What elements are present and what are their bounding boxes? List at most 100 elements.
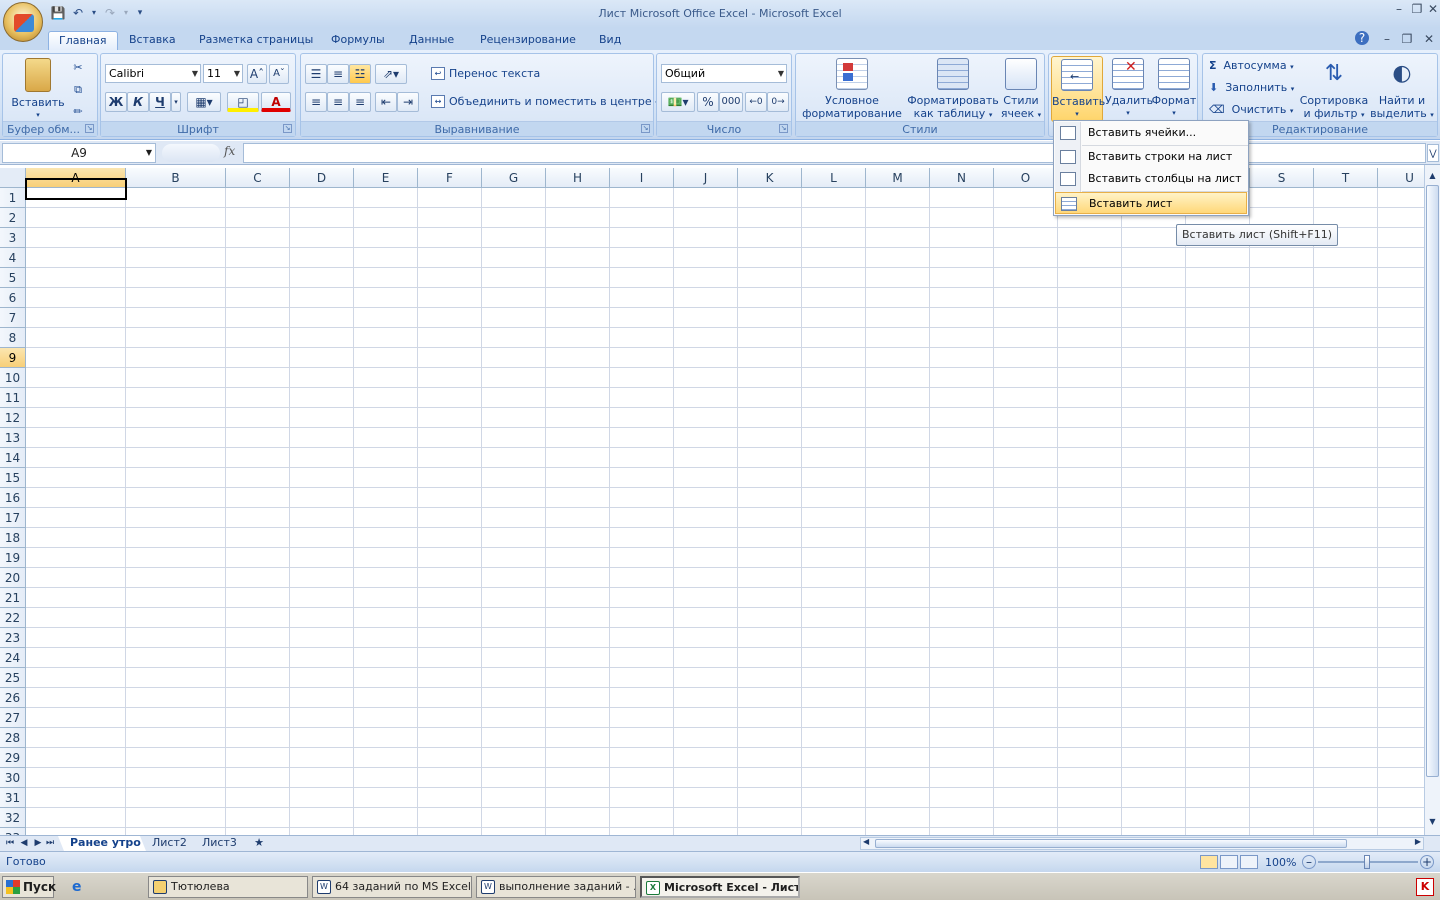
column-header-b[interactable]: B <box>126 168 226 188</box>
column-header-h[interactable]: H <box>546 168 610 188</box>
italic-button[interactable]: К <box>127 92 149 112</box>
wrap-text-button[interactable]: ↩ Перенос текста <box>429 64 540 84</box>
align-top-icon[interactable]: ☰ <box>305 64 327 84</box>
align-left-icon[interactable]: ≡ <box>305 92 327 112</box>
workbook-close-icon[interactable]: ✕ <box>1420 32 1438 46</box>
start-button[interactable]: Пуск <box>2 876 56 898</box>
zoom-level[interactable]: 100% <box>1265 856 1296 869</box>
page-layout-view-icon[interactable] <box>1220 855 1238 869</box>
format-cells-button[interactable]: Формат ▾ <box>1151 58 1197 120</box>
close-icon[interactable]: ✕ <box>1424 2 1440 16</box>
taskbar-item-folder[interactable]: Тютюлева <box>148 876 308 898</box>
row-header-19[interactable]: 19 <box>0 548 26 568</box>
row-header-6[interactable]: 6 <box>0 288 26 308</box>
currency-format-icon[interactable]: 💵▾ <box>661 92 695 112</box>
row-header-15[interactable]: 15 <box>0 468 26 488</box>
select-all-corner[interactable] <box>0 168 26 188</box>
taskbar-item-word-1[interactable]: W 64 заданий по MS Excel ... <box>312 876 472 898</box>
row-header-3[interactable]: 3 <box>0 228 26 248</box>
cell-styles-button[interactable]: Стили ячеек ▾ <box>1000 58 1042 122</box>
tab-page-layout[interactable]: Разметка страницы <box>189 31 323 50</box>
column-header-m[interactable]: M <box>866 168 930 188</box>
format-painter-icon[interactable]: ✏ <box>69 102 87 122</box>
scroll-down-icon[interactable]: ▼ <box>1426 815 1439 829</box>
zoom-in-icon[interactable]: + <box>1420 855 1434 869</box>
prev-sheet-icon[interactable]: ◀ <box>18 837 30 850</box>
tab-review[interactable]: Рецензирование <box>470 31 586 50</box>
column-header-g[interactable]: G <box>482 168 546 188</box>
row-header-30[interactable]: 30 <box>0 768 26 788</box>
row-header-14[interactable]: 14 <box>0 448 26 468</box>
horizontal-scroll-thumb[interactable] <box>875 839 1347 848</box>
insert-function-icon[interactable]: fx <box>224 144 235 158</box>
first-sheet-icon[interactable]: ⏮ <box>4 837 16 850</box>
tab-insert[interactable]: Вставка <box>119 31 186 50</box>
row-header-12[interactable]: 12 <box>0 408 26 428</box>
increase-indent-icon[interactable]: ⇥ <box>397 92 419 112</box>
borders-icon[interactable]: ▦▾ <box>187 92 221 112</box>
column-header-j[interactable]: J <box>674 168 738 188</box>
horizontal-scrollbar[interactable]: ◀ ▶ <box>860 837 1424 850</box>
row-header-32[interactable]: 32 <box>0 808 26 828</box>
find-select-button[interactable]: ◐ Найти и выделить ▾ <box>1369 58 1435 122</box>
menu-insert-sheet[interactable]: Вставить лист <box>1055 192 1247 214</box>
row-header-21[interactable]: 21 <box>0 588 26 608</box>
column-header-o[interactable]: O <box>994 168 1058 188</box>
column-header-f[interactable]: F <box>418 168 482 188</box>
zoom-out-icon[interactable]: – <box>1302 855 1316 869</box>
copy-icon[interactable]: ⧉ <box>69 80 87 100</box>
ribbon-minimize-icon[interactable]: – <box>1378 32 1396 46</box>
column-header-t[interactable]: T <box>1314 168 1378 188</box>
merge-center-button[interactable]: ↔ Объединить и поместить в центре ▾ <box>429 92 659 112</box>
page-break-view-icon[interactable] <box>1240 855 1258 869</box>
row-header-8[interactable]: 8 <box>0 328 26 348</box>
alignment-launcher-icon[interactable]: ↘ <box>641 124 650 133</box>
row-header-2[interactable]: 2 <box>0 208 26 228</box>
sheet-tab-2[interactable]: Лист2 <box>140 836 199 851</box>
row-header-23[interactable]: 23 <box>0 628 26 648</box>
clipboard-launcher-icon[interactable]: ↘ <box>85 124 94 133</box>
autosum-button[interactable]: Σ Автосумма ▾ <box>1209 56 1294 76</box>
scroll-up-icon[interactable]: ▲ <box>1426 169 1439 183</box>
help-icon[interactable]: ? <box>1355 31 1369 45</box>
column-header-k[interactable]: K <box>738 168 802 188</box>
fill-button[interactable]: ⬇ Заполнить ▾ <box>1209 78 1294 98</box>
row-header-25[interactable]: 25 <box>0 668 26 688</box>
row-header-33[interactable]: 33 <box>0 828 26 835</box>
vertical-scrollbar[interactable]: ▲ ▼ <box>1424 165 1440 835</box>
align-center-icon[interactable]: ≡ <box>327 92 349 112</box>
row-header-16[interactable]: 16 <box>0 488 26 508</box>
row-header-18[interactable]: 18 <box>0 528 26 548</box>
next-sheet-icon[interactable]: ▶ <box>32 837 44 850</box>
scroll-left-icon[interactable]: ◀ <box>863 837 869 846</box>
column-header-c[interactable]: C <box>226 168 290 188</box>
row-header-13[interactable]: 13 <box>0 428 26 448</box>
last-sheet-icon[interactable]: ⏭ <box>44 837 56 850</box>
tray-antivirus-icon[interactable]: K <box>1416 878 1434 896</box>
row-header-22[interactable]: 22 <box>0 608 26 628</box>
bold-button[interactable]: Ж <box>105 92 127 112</box>
align-right-icon[interactable]: ≡ <box>349 92 371 112</box>
tab-home[interactable]: Главная <box>48 31 118 50</box>
menu-insert-columns[interactable]: Вставить столбцы на лист <box>1055 168 1247 190</box>
sheet-tab-1[interactable]: Ранее утро <box>58 836 153 851</box>
decrease-decimal-icon[interactable]: 0→ <box>767 92 789 112</box>
format-as-table-button[interactable]: Форматировать как таблицу ▾ <box>906 58 1000 122</box>
row-header-28[interactable]: 28 <box>0 728 26 748</box>
row-header-24[interactable]: 24 <box>0 648 26 668</box>
column-header-s[interactable]: S <box>1250 168 1314 188</box>
column-header-i[interactable]: I <box>610 168 674 188</box>
font-size-select[interactable]: 11 ▼ <box>203 64 243 83</box>
insert-sheet-icon[interactable]: ★ <box>242 836 276 851</box>
fill-color-icon[interactable]: ◰ <box>227 92 259 112</box>
clear-button[interactable]: ⌫ Очистить ▾ <box>1209 100 1293 120</box>
row-header-9[interactable]: 9 <box>0 348 26 368</box>
minimize-icon[interactable]: – <box>1390 2 1408 16</box>
column-header-d[interactable]: D <box>290 168 354 188</box>
delete-cells-button[interactable]: ✕ Удалить ▾ <box>1105 58 1153 120</box>
row-header-5[interactable]: 5 <box>0 268 26 288</box>
row-header-31[interactable]: 31 <box>0 788 26 808</box>
tab-data[interactable]: Данные <box>399 31 464 50</box>
menu-insert-rows[interactable]: Вставить строки на лист <box>1055 146 1247 168</box>
increase-decimal-icon[interactable]: ←0 <box>745 92 767 112</box>
